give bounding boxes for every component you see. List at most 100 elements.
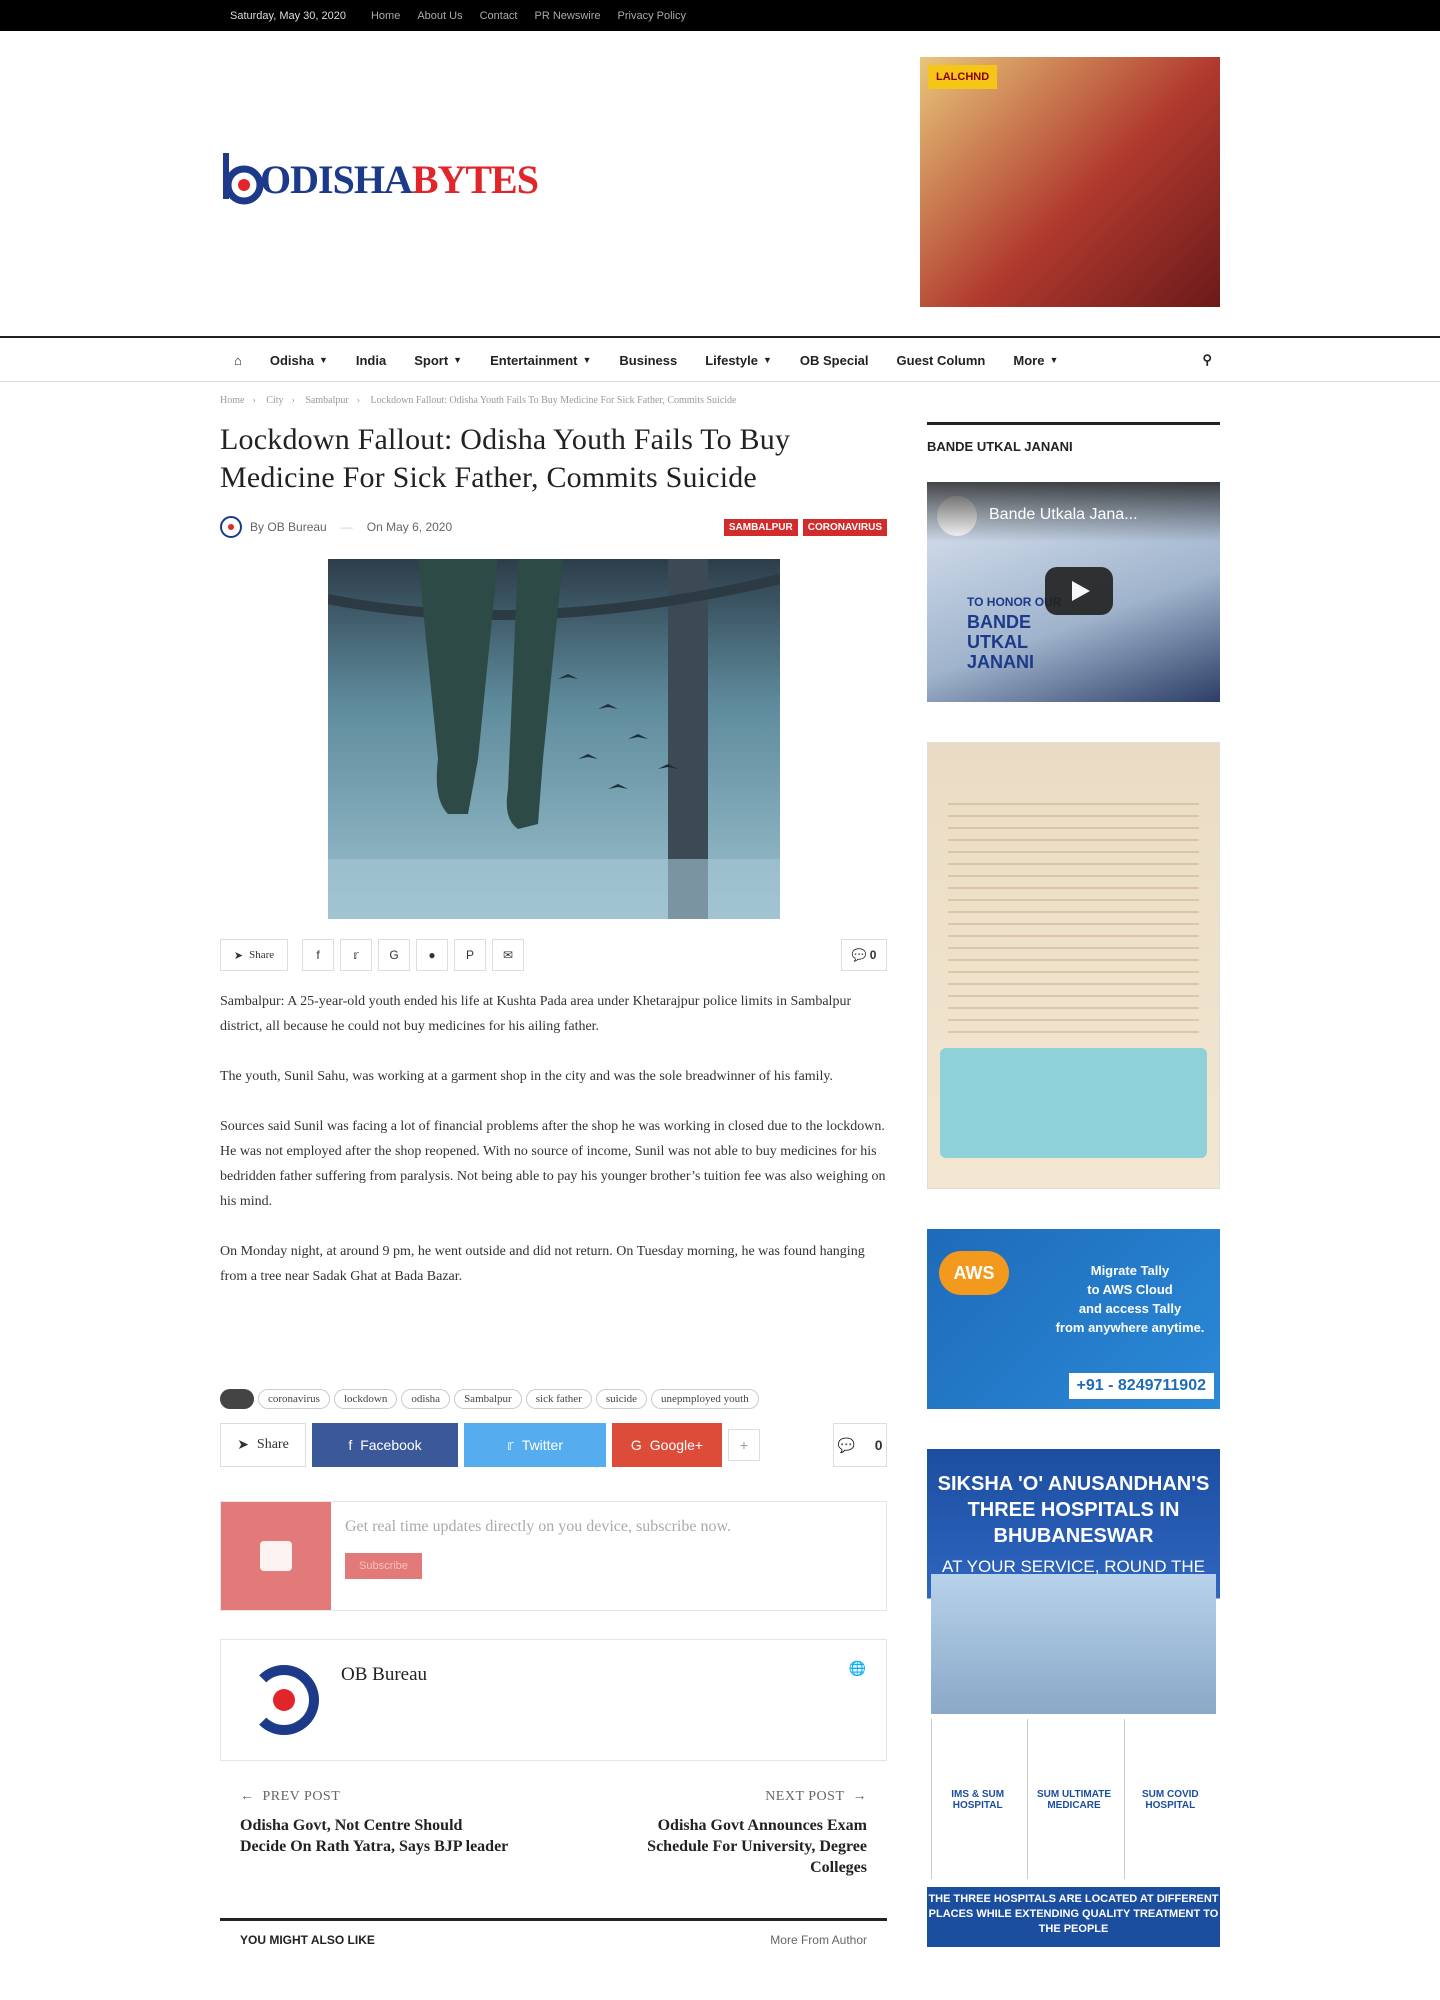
nav-item-india[interactable]: India	[342, 353, 400, 368]
related-tab-you-might-like[interactable]: YOU MIGHT ALSO LIKE	[240, 1933, 375, 1947]
twitter-label: Twitter	[521, 1437, 563, 1453]
chevron-down-icon: ▼	[318, 355, 328, 365]
header-advertisement[interactable]: LALCHND	[920, 57, 1220, 307]
topbar-link-home[interactable]: Home	[371, 10, 400, 22]
logo-text-bytes: BYTES	[411, 156, 539, 202]
nav-item-ob-special[interactable]: OB Special	[786, 353, 883, 368]
article-paragraph: Sambalpur: A 25-year-old youth ended his…	[220, 994, 852, 1034]
twitter-icon[interactable]: 𝕣	[340, 939, 372, 971]
nav-item-sport[interactable]: Sport ▼	[400, 353, 476, 368]
subscribe-button[interactable]: Subscribe	[345, 1553, 422, 1579]
google-icon[interactable]: G	[378, 939, 410, 971]
prev-post-label: PREV POST	[262, 1789, 341, 1804]
category-badge-sambalpur[interactable]: SAMBALPUR	[723, 518, 798, 536]
post-navigation: ← PREV POST Odisha Govt, Not Centre Shou…	[220, 1789, 887, 1878]
nav-item-odisha[interactable]: Odisha ▼	[256, 353, 342, 368]
chevron-down-icon: ▼	[453, 355, 463, 365]
soa-title: SIKSHA 'O' ANUSANDHAN'S	[937, 1473, 1210, 1495]
play-icon[interactable]	[1045, 567, 1113, 615]
aws-message: Migrate Tally to AWS Cloud and access Ta…	[1050, 1261, 1210, 1337]
comment-count[interactable]: 💬 0	[841, 939, 887, 971]
hospital-col: IMS & SUM HOSPITAL	[931, 1719, 1023, 1879]
share-button[interactable]: ➤ Share	[220, 939, 288, 971]
related-tab-more-from-author[interactable]: More From Author	[770, 1933, 867, 1947]
site-header: ODISHABYTES LALCHND	[220, 31, 1220, 336]
home-icon[interactable]: ⌂	[220, 353, 256, 368]
twitter-share-button[interactable]: 𝕣 Twitter	[464, 1423, 606, 1467]
facebook-share-button[interactable]: f Facebook	[312, 1423, 458, 1467]
email-icon[interactable]: ✉	[492, 939, 524, 971]
site-logo[interactable]: ODISHABYTES	[220, 151, 539, 207]
share-button-large[interactable]: ➤ Share	[220, 1423, 306, 1467]
aws-line: and access Tally	[1078, 1301, 1182, 1316]
nav-item-guest-column[interactable]: Guest Column	[883, 353, 1000, 368]
tag-suicide[interactable]: suicide	[595, 1389, 648, 1409]
top-bar: Saturday, May 30, 2020 Home About Us Con…	[0, 0, 1440, 31]
aws-line: from anywhere anytime.	[1055, 1320, 1205, 1335]
search-icon[interactable]: ⚲	[1202, 352, 1220, 368]
topbar-link-about[interactable]: About Us	[417, 10, 462, 22]
nav-item-entertainment[interactable]: Entertainment ▼	[476, 353, 605, 368]
aws-phone: +91 - 8249711902	[1068, 1373, 1214, 1399]
nav-item-lifestyle[interactable]: Lifestyle ▼	[691, 353, 786, 368]
nav-item-more[interactable]: More ▼	[999, 353, 1072, 368]
subscribe-text: Get real time updates directly on you de…	[345, 1518, 731, 1535]
prev-post-title[interactable]: Odisha Govt, Not Centre Should Decide On…	[240, 1815, 510, 1857]
tag-lockdown[interactable]: lockdown	[333, 1389, 398, 1409]
google-label: Google+	[649, 1437, 704, 1453]
nav-label: More	[1013, 352, 1045, 368]
topbar-link-privacy[interactable]: Privacy Policy	[618, 10, 686, 22]
facebook-icon[interactable]: f	[302, 939, 334, 971]
topbar-link-pr-newswire[interactable]: PR Newswire	[535, 10, 601, 22]
aws-advertisement[interactable]: AWS Migrate Tally to AWS Cloud and acces…	[927, 1229, 1220, 1409]
nav-label: OB Special	[799, 352, 869, 368]
next-post[interactable]: NEXT POST → Odisha Govt Announces Exam S…	[597, 1789, 867, 1878]
more-share-button[interactable]: +	[728, 1429, 760, 1461]
google-share-button[interactable]: G Google+	[612, 1423, 722, 1467]
globe-icon[interactable]: 🌐	[849, 1660, 866, 1677]
tag-unemployed-youth[interactable]: unepmployed youth	[651, 1389, 759, 1409]
author-box-avatar[interactable]	[249, 1665, 319, 1735]
category-badge-coronavirus[interactable]: CORONAVIRUS	[802, 518, 887, 536]
nav-label: Entertainment	[490, 352, 578, 368]
video-embed[interactable]: Bande Utkala Jana... TO HONOR OUR BANDE …	[927, 482, 1220, 702]
author-box: OB Bureau 🌐	[220, 1639, 887, 1761]
breadcrumb-city[interactable]: City	[266, 395, 283, 406]
author-box-name[interactable]: OB Bureau	[341, 1664, 427, 1686]
ad-notice-box	[940, 1048, 1207, 1158]
google-icon: G	[630, 1437, 642, 1453]
breadcrumb-sambalpur[interactable]: Sambalpur	[305, 395, 348, 406]
share-bar-bottom: ➤ Share f Facebook 𝕣 Twitter G Google+ + 💬 0	[220, 1423, 887, 1467]
prev-post[interactable]: ← PREV POST Odisha Govt, Not Centre Shou…	[240, 1789, 510, 1878]
video-caption-line: BANDE	[967, 612, 1032, 632]
reddit-icon[interactable]: ●	[416, 939, 448, 971]
nav-label: Lifestyle	[705, 352, 758, 368]
video-caption-line: JANANI	[967, 652, 1035, 672]
tag-sambalpur[interactable]: Sambalpur	[454, 1389, 522, 1409]
government-advertisement[interactable]	[927, 742, 1220, 1189]
bell-icon	[260, 1541, 292, 1571]
topbar-link-contact[interactable]: Contact	[480, 10, 518, 22]
tag-sick-father[interactable]: sick father	[525, 1389, 592, 1409]
next-post-title[interactable]: Odisha Govt Announces Exam Schedule For …	[597, 1815, 867, 1878]
main-navigation: ⌂ Odisha ▼ India Sport ▼ Entertainment ▼ Bu…	[0, 336, 1440, 382]
logo-mark	[220, 151, 264, 207]
ad-brand-label: LALCHND	[928, 65, 998, 89]
share-bar-top: ➤ Share f 𝕣 G ● P ✉ 💬 0	[220, 939, 887, 971]
tags-icon	[220, 1389, 254, 1409]
author-avatar[interactable]	[220, 516, 242, 538]
tag-odisha[interactable]: odisha	[401, 1389, 451, 1409]
current-date: Saturday, May 30, 2020	[230, 9, 346, 22]
chevron-down-icon: ▼	[582, 355, 592, 365]
author-name[interactable]: OB Bureau	[267, 520, 326, 534]
nav-label: India	[355, 352, 387, 368]
tag-coronavirus[interactable]: coronavirus	[258, 1389, 330, 1409]
pinterest-icon[interactable]: P	[454, 939, 486, 971]
comment-count-large[interactable]: 💬 0	[833, 1423, 887, 1467]
comment-count-value: 0	[874, 1437, 883, 1453]
article-paragraph: On Monday night, at around 9 pm, he went…	[220, 1244, 865, 1284]
hospital-advertisement[interactable]: SIKSHA 'O' ANUSANDHAN'S THREE HOSPITALS I…	[927, 1449, 1220, 1947]
breadcrumb-home[interactable]: Home	[220, 395, 244, 406]
article-paragraph: Sources said Sunil was facing a lot of f…	[220, 1119, 886, 1209]
nav-item-business[interactable]: Business	[605, 353, 691, 368]
